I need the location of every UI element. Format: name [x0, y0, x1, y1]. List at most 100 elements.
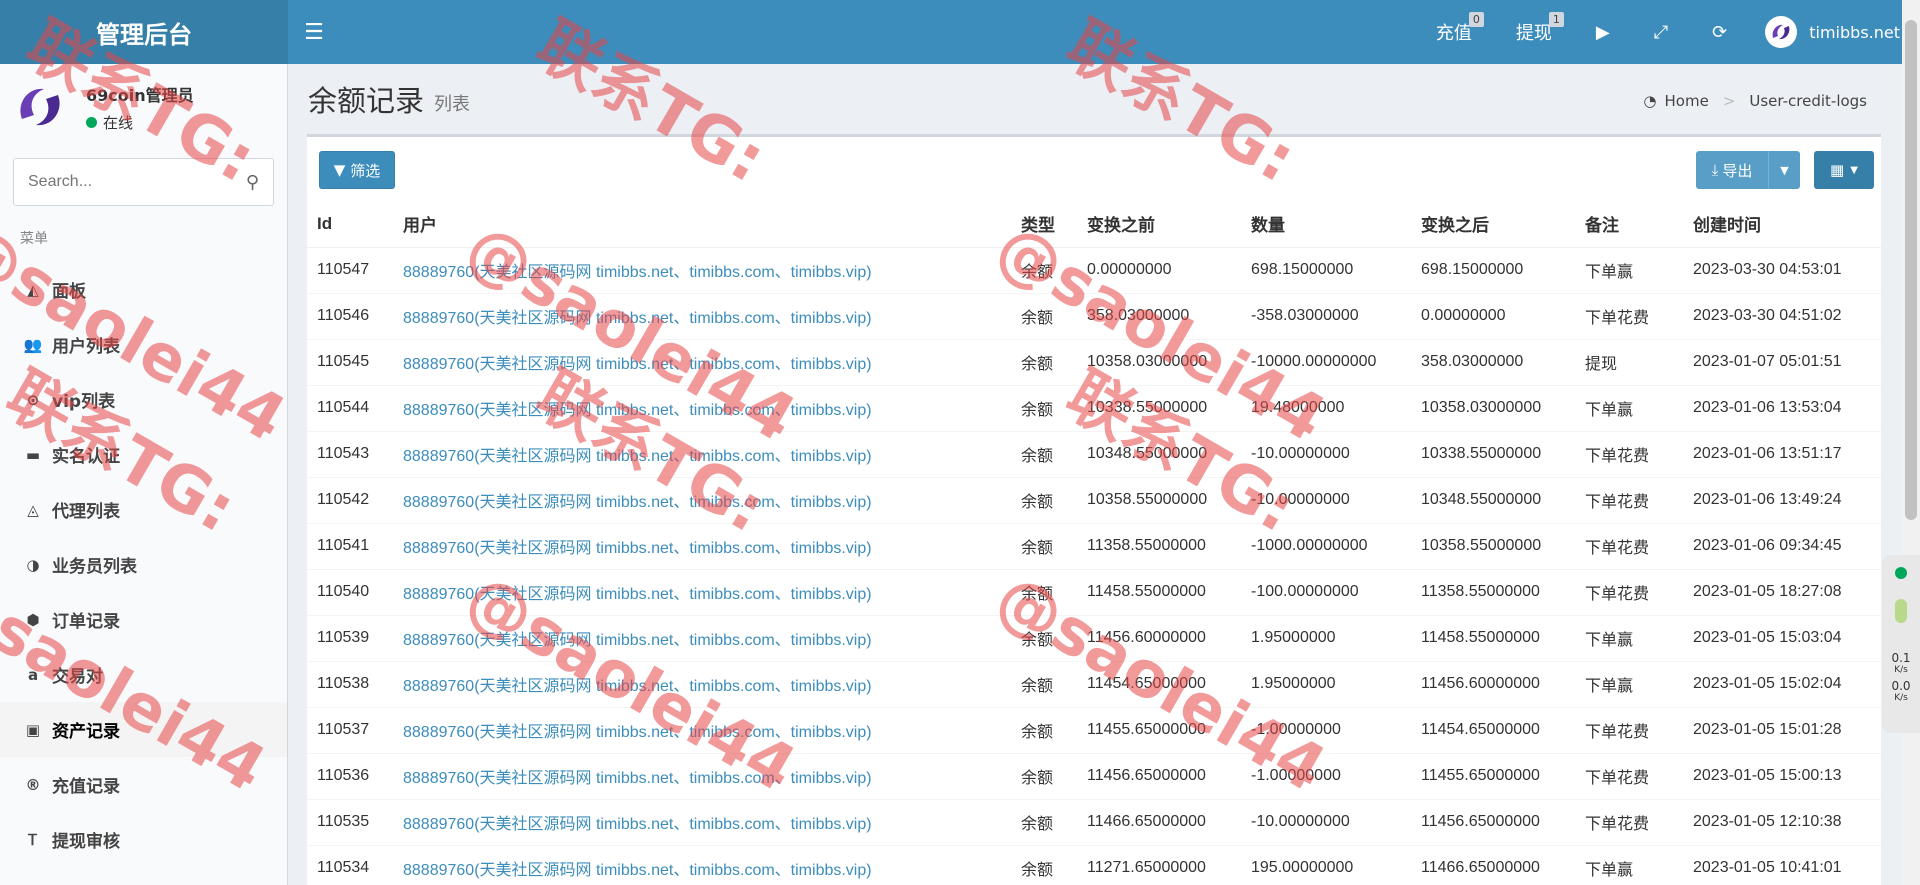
- table-cell: -100.00000000: [1241, 568, 1411, 615]
- withdraw-badge: 1: [1548, 12, 1564, 28]
- sidebar-item[interactable]: ▬ 实名认证: [0, 427, 287, 482]
- user-link[interactable]: 88889760(天美社区源码网 timibbs.net、timibbs.com…: [403, 770, 872, 787]
- table-cell: 110541: [307, 522, 393, 569]
- sidebar-item[interactable]: ◭ 面板: [0, 262, 287, 317]
- sidebar-item[interactable]: a 交易对: [0, 647, 287, 702]
- table-cell: 88889760(天美社区源码网 timibbs.net、timibbs.com…: [393, 338, 1011, 385]
- user-link[interactable]: 88889760(天美社区源码网 timibbs.net、timibbs.com…: [403, 264, 872, 281]
- table-cell: 余额: [1011, 292, 1077, 339]
- sidebar-item[interactable]: 👥 用户列表: [0, 317, 287, 372]
- sidebar-item-label: 订单记录: [52, 612, 120, 632]
- scrollbar-thumb[interactable]: [1905, 20, 1917, 520]
- money-icon: ▣: [25, 720, 41, 739]
- sidebar-item-label: 面板: [52, 282, 86, 302]
- user-link[interactable]: 88889760(天美社区源码网 timibbs.net、timibbs.com…: [403, 448, 872, 465]
- column-header[interactable]: 数量: [1241, 201, 1411, 248]
- table-cell: 10338.55000000: [1077, 384, 1241, 431]
- user-link[interactable]: 88889760(天美社区源码网 timibbs.net、timibbs.com…: [403, 724, 872, 741]
- breadcrumb-home[interactable]: Home: [1665, 92, 1709, 110]
- table-cell: 下单花费: [1575, 798, 1683, 845]
- play-icon: ▶: [1595, 21, 1610, 43]
- sidebar-item-label: 提现审核: [52, 832, 120, 852]
- table-cell: 余额: [1011, 476, 1077, 523]
- table-cell: 下单赢: [1575, 246, 1683, 293]
- table-cell: 下单花费: [1575, 752, 1683, 799]
- sidebar-item[interactable]: ⬢ 订单记录: [0, 592, 287, 647]
- user-link[interactable]: 88889760(天美社区源码网 timibbs.net、timibbs.com…: [403, 310, 872, 327]
- user-link[interactable]: 88889760(天美社区源码网 timibbs.net、timibbs.com…: [403, 356, 872, 373]
- sidebar-item[interactable]: ◬ 代理列表: [0, 482, 287, 537]
- table-cell: 下单花费: [1575, 522, 1683, 569]
- table-cell: 110543: [307, 430, 393, 477]
- bars-icon: ☰: [304, 19, 324, 45]
- caret-down-icon: ▼: [1780, 163, 1789, 177]
- user-link[interactable]: 88889760(天美社区源码网 timibbs.net、timibbs.com…: [403, 862, 872, 879]
- table-cell: 余额: [1011, 522, 1077, 569]
- sidebar-toggle-button[interactable]: ☰: [288, 0, 340, 64]
- sidebar-item[interactable]: ◑ 业务员列表: [0, 537, 287, 592]
- table-cell: 11456.60000000: [1077, 614, 1241, 661]
- export-button[interactable]: ⤓ 导出: [1696, 151, 1768, 189]
- play-button[interactable]: ▶: [1574, 0, 1632, 64]
- column-header[interactable]: 变换之前: [1077, 201, 1241, 248]
- breadcrumb-current: User-credit-logs: [1749, 92, 1867, 110]
- column-header[interactable]: 创建时间: [1683, 201, 1881, 248]
- user-link[interactable]: 88889760(天美社区源码网 timibbs.net、timibbs.com…: [403, 678, 872, 695]
- table-cell: 下单赢: [1575, 614, 1683, 661]
- user-menu[interactable]: timibbs.net: [1749, 16, 1920, 48]
- table-cell: 11455.65000000: [1411, 752, 1575, 799]
- user-link[interactable]: 88889760(天美社区源码网 timibbs.net、timibbs.com…: [403, 540, 872, 557]
- recharge-nav-button[interactable]: 充值 0: [1414, 0, 1494, 64]
- avatar-logo-icon: [20, 88, 60, 126]
- column-header[interactable]: 变换之后: [1411, 201, 1575, 248]
- filter-icon: ▼: [333, 161, 346, 179]
- dashboard-icon: ◔: [1643, 92, 1657, 110]
- table-cell: 11455.65000000: [1077, 706, 1241, 753]
- table-cell: 余额: [1011, 614, 1077, 661]
- download-unit: K/s: [1894, 693, 1908, 703]
- sidebar-item[interactable]: ⊙ vip列表: [0, 372, 287, 427]
- withdraw-nav-button[interactable]: 提现 1: [1494, 0, 1574, 64]
- table-cell: 10358.55000000: [1077, 476, 1241, 523]
- grid-toolbar: ▼ 筛选 ⤓ 导出 ▼ ▦ ▼: [307, 137, 1881, 201]
- table-cell: 110536: [307, 752, 393, 799]
- user-link[interactable]: 88889760(天美社区源码网 timibbs.net、timibbs.com…: [403, 816, 872, 833]
- sidebar-item[interactable]: ® 充值记录: [0, 757, 287, 812]
- table-cell: 余额: [1011, 752, 1077, 799]
- filter-label: 筛选: [350, 161, 381, 180]
- table-cell: -1000.00000000: [1241, 522, 1411, 569]
- navbar-right: 充值 0 提现 1 ▶ ⤢ ⟳ timibbs.net: [1414, 0, 1920, 64]
- area-chart-icon: ◭: [27, 280, 39, 299]
- column-header[interactable]: 用户: [393, 201, 1011, 248]
- table-cell: 88889760(天美社区源码网 timibbs.net、timibbs.com…: [393, 522, 1011, 569]
- table-cell: 2023-03-30 04:51:02: [1683, 292, 1881, 339]
- user-link[interactable]: 88889760(天美社区源码网 timibbs.net、timibbs.com…: [403, 402, 872, 419]
- user-link[interactable]: 88889760(天美社区源码网 timibbs.net、timibbs.com…: [403, 494, 872, 511]
- filter-button[interactable]: ▼ 筛选: [319, 151, 395, 189]
- sidebar-item-label: 交易对: [52, 667, 103, 687]
- table-cell: 2023-01-07 05:01:51: [1683, 338, 1881, 385]
- user-link[interactable]: 88889760(天美社区源码网 timibbs.net、timibbs.com…: [403, 632, 872, 649]
- table-cell: 11466.65000000: [1411, 844, 1575, 885]
- search-icon[interactable]: ⚲: [246, 172, 259, 193]
- column-header[interactable]: Id: [307, 201, 393, 248]
- sidebar-item[interactable]: ▣ 资产记录: [0, 702, 287, 757]
- table-row: 110543 88889760(天美社区源码网 timibbs.net、timib…: [307, 430, 1881, 477]
- fullscreen-button[interactable]: ⤢: [1632, 0, 1690, 64]
- sidebar-item-label: vip列表: [52, 392, 116, 412]
- sidebar-search: ⚲: [13, 158, 274, 206]
- columns-selector-button[interactable]: ▦ ▼: [1814, 151, 1874, 189]
- table-cell: 88889760(天美社区源码网 timibbs.net、timibbs.com…: [393, 430, 1011, 477]
- refresh-button[interactable]: ⟳: [1690, 0, 1749, 64]
- table-row: 110535 88889760(天美社区源码网 timibbs.net、timib…: [307, 798, 1881, 845]
- table-cell: 110539: [307, 614, 393, 661]
- column-header[interactable]: 类型: [1011, 201, 1077, 248]
- export-dropdown-toggle[interactable]: ▼: [1768, 151, 1800, 189]
- column-header[interactable]: 备注: [1575, 201, 1683, 248]
- user-link[interactable]: 88889760(天美社区源码网 timibbs.net、timibbs.com…: [403, 586, 872, 603]
- table-cell: 88889760(天美社区源码网 timibbs.net、timibbs.com…: [393, 706, 1011, 753]
- app-logo-title[interactable]: 管理后台: [0, 0, 288, 64]
- search-input[interactable]: [28, 173, 246, 191]
- table-cell: 2023-01-05 15:02:04: [1683, 660, 1881, 707]
- sidebar-item[interactable]: Ꭲ 提现审核: [0, 812, 287, 867]
